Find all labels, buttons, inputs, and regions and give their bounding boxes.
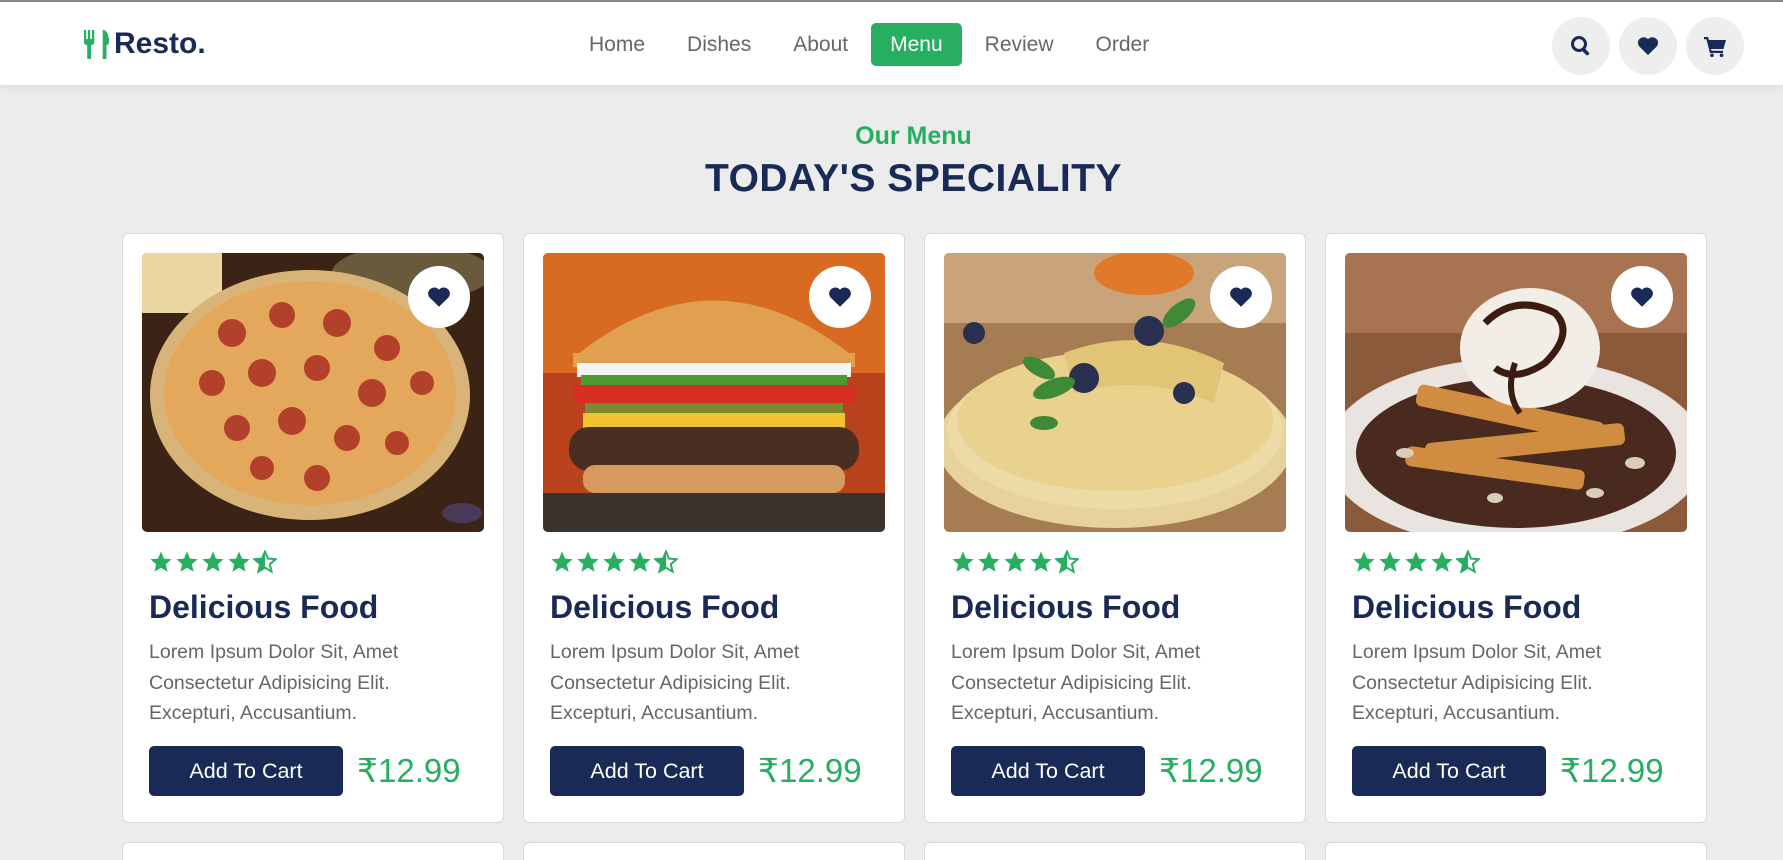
star-icon bbox=[1379, 551, 1401, 572]
menu-card: Delicious Food Lorem Ipsum Dolor Sit, Am… bbox=[1325, 233, 1707, 823]
wishlist-button[interactable] bbox=[1619, 17, 1677, 75]
card-description: Lorem Ipsum Dolor Sit, Amet Consectetur … bbox=[951, 641, 1201, 724]
waffle-image bbox=[1345, 253, 1687, 532]
cart-icon bbox=[1704, 37, 1726, 58]
star-icon bbox=[577, 551, 599, 572]
star-icon bbox=[603, 551, 625, 572]
card-description: Lorem Ipsum Dolor Sit, Amet Consectetur … bbox=[149, 641, 399, 724]
card-title: Delicious Food bbox=[1352, 589, 1582, 625]
logo[interactable]: Resto. bbox=[82, 26, 206, 62]
rating-stars bbox=[1352, 550, 1482, 574]
star-icon bbox=[1431, 551, 1453, 572]
star-half-icon bbox=[253, 550, 277, 574]
star-icon bbox=[629, 551, 651, 572]
nav-review[interactable]: Review bbox=[966, 23, 1073, 66]
favorite-button[interactable] bbox=[1611, 266, 1673, 328]
pizza-image bbox=[142, 253, 484, 532]
star-icon bbox=[228, 551, 250, 572]
section-sub-heading: Our Menu bbox=[855, 122, 972, 150]
favorite-button[interactable] bbox=[408, 266, 470, 328]
search-button[interactable] bbox=[1552, 17, 1610, 75]
star-icon bbox=[150, 551, 172, 572]
menu-card-partial bbox=[523, 842, 905, 860]
card-price: ₹12.99 bbox=[1159, 752, 1263, 789]
card-title: Delicious Food bbox=[951, 589, 1181, 625]
add-to-cart-button[interactable]: Add To Cart bbox=[1352, 746, 1546, 796]
star-icon bbox=[551, 551, 573, 572]
nav-home[interactable]: Home bbox=[570, 23, 664, 66]
section-heading: TODAY'S SPECIALITY bbox=[704, 157, 1123, 200]
add-to-cart-button[interactable]: Add To Cart bbox=[149, 746, 343, 796]
star-icon bbox=[1004, 551, 1026, 572]
nav-dishes[interactable]: Dishes bbox=[668, 23, 770, 66]
star-half-icon bbox=[1055, 550, 1079, 574]
menu-card-partial bbox=[924, 842, 1306, 860]
utensils-icon bbox=[84, 30, 109, 59]
rating-stars bbox=[149, 550, 279, 574]
star-icon bbox=[1353, 551, 1375, 572]
card-price: ₹12.99 bbox=[758, 752, 862, 789]
nav-about[interactable]: About bbox=[774, 23, 867, 66]
star-icon bbox=[1030, 551, 1052, 572]
add-to-cart-button[interactable]: Add To Cart bbox=[951, 746, 1145, 796]
favorite-button[interactable] bbox=[809, 266, 871, 328]
menu-card: Delicious Food Lorem Ipsum Dolor Sit, Am… bbox=[523, 233, 905, 823]
menu-card: Delicious Food Lorem Ipsum Dolor Sit, Am… bbox=[122, 233, 504, 823]
star-icon bbox=[176, 551, 198, 572]
star-half-icon bbox=[654, 550, 678, 574]
card-price: ₹12.99 bbox=[1560, 752, 1664, 789]
card-description: Lorem Ipsum Dolor Sit, Amet Consectetur … bbox=[1352, 641, 1602, 724]
menu-card: Delicious Food Lorem Ipsum Dolor Sit, Am… bbox=[924, 233, 1306, 823]
heart-icon bbox=[1230, 287, 1252, 307]
heart-icon bbox=[1637, 37, 1659, 55]
rating-stars bbox=[951, 550, 1081, 574]
card-description: Lorem Ipsum Dolor Sit, Amet Consectetur … bbox=[550, 641, 800, 724]
card-price: ₹12.99 bbox=[357, 752, 461, 789]
star-half-icon bbox=[1456, 550, 1480, 574]
rating-stars bbox=[550, 550, 680, 574]
star-icon bbox=[952, 551, 974, 572]
heart-icon bbox=[1631, 287, 1653, 307]
burger-image bbox=[543, 253, 885, 532]
star-icon bbox=[978, 551, 1000, 572]
menu-card-partial bbox=[1325, 842, 1707, 860]
cart-button[interactable] bbox=[1686, 17, 1744, 75]
header: Resto. Home Dishes About Menu Review Ord… bbox=[0, 2, 1783, 85]
card-title: Delicious Food bbox=[149, 589, 379, 625]
heart-icon bbox=[428, 287, 450, 307]
add-to-cart-button[interactable]: Add To Cart bbox=[550, 746, 744, 796]
main-nav: Home Dishes About Menu Review Order bbox=[570, 23, 1172, 66]
nav-menu[interactable]: Menu bbox=[871, 23, 962, 66]
brand-name: Resto. bbox=[114, 27, 206, 60]
star-icon bbox=[202, 551, 224, 572]
search-icon bbox=[1571, 36, 1590, 56]
menu-card-partial bbox=[122, 842, 504, 860]
heart-icon bbox=[829, 287, 851, 307]
nav-order[interactable]: Order bbox=[1077, 23, 1169, 66]
crepes-image bbox=[944, 253, 1286, 532]
favorite-button[interactable] bbox=[1210, 266, 1272, 328]
card-title: Delicious Food bbox=[550, 589, 780, 625]
star-icon bbox=[1405, 551, 1427, 572]
